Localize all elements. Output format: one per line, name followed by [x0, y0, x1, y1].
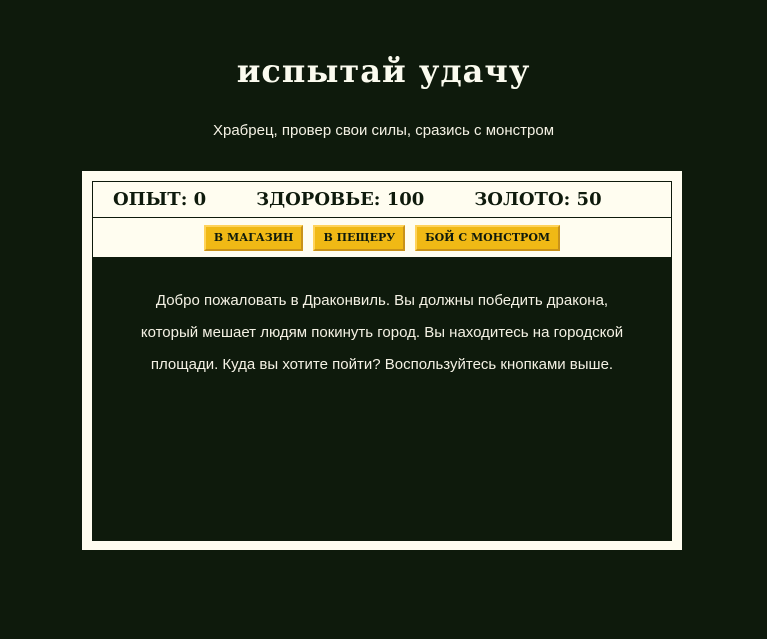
game-subtitle: Храбрец, провер свои силы, сразись с мон… [212, 122, 554, 139]
fight-monster-button[interactable]: БОЙ С МОНСТРОМ [415, 224, 561, 251]
controls-bar: В МАГАЗИН В ПЕЩЕРУ БОЙ С МОНСТРОМ [92, 218, 672, 257]
gold-stat: ЗОЛОТО: 50 [474, 189, 602, 210]
game-title: испытай удачу [236, 52, 531, 90]
message-text: Добро пожаловать в Драконвиль. Вы должны… [140, 292, 624, 373]
go-cave-button[interactable]: В ПЕЩЕРУ [313, 224, 406, 251]
message-area: Добро пожаловать в Драконвиль. Вы должны… [92, 257, 672, 541]
game-panel: ОПЫТ: 0 ЗДОРОВЬЕ: 100 ЗОЛОТО: 50 В МАГАЗ… [82, 171, 682, 550]
go-store-button[interactable]: В МАГАЗИН [203, 224, 304, 251]
xp-stat: ОПЫТ: 0 [113, 189, 207, 210]
health-stat: ЗДОРОВЬЕ: 100 [256, 189, 425, 210]
stats-bar: ОПЫТ: 0 ЗДОРОВЬЕ: 100 ЗОЛОТО: 50 [92, 181, 672, 218]
